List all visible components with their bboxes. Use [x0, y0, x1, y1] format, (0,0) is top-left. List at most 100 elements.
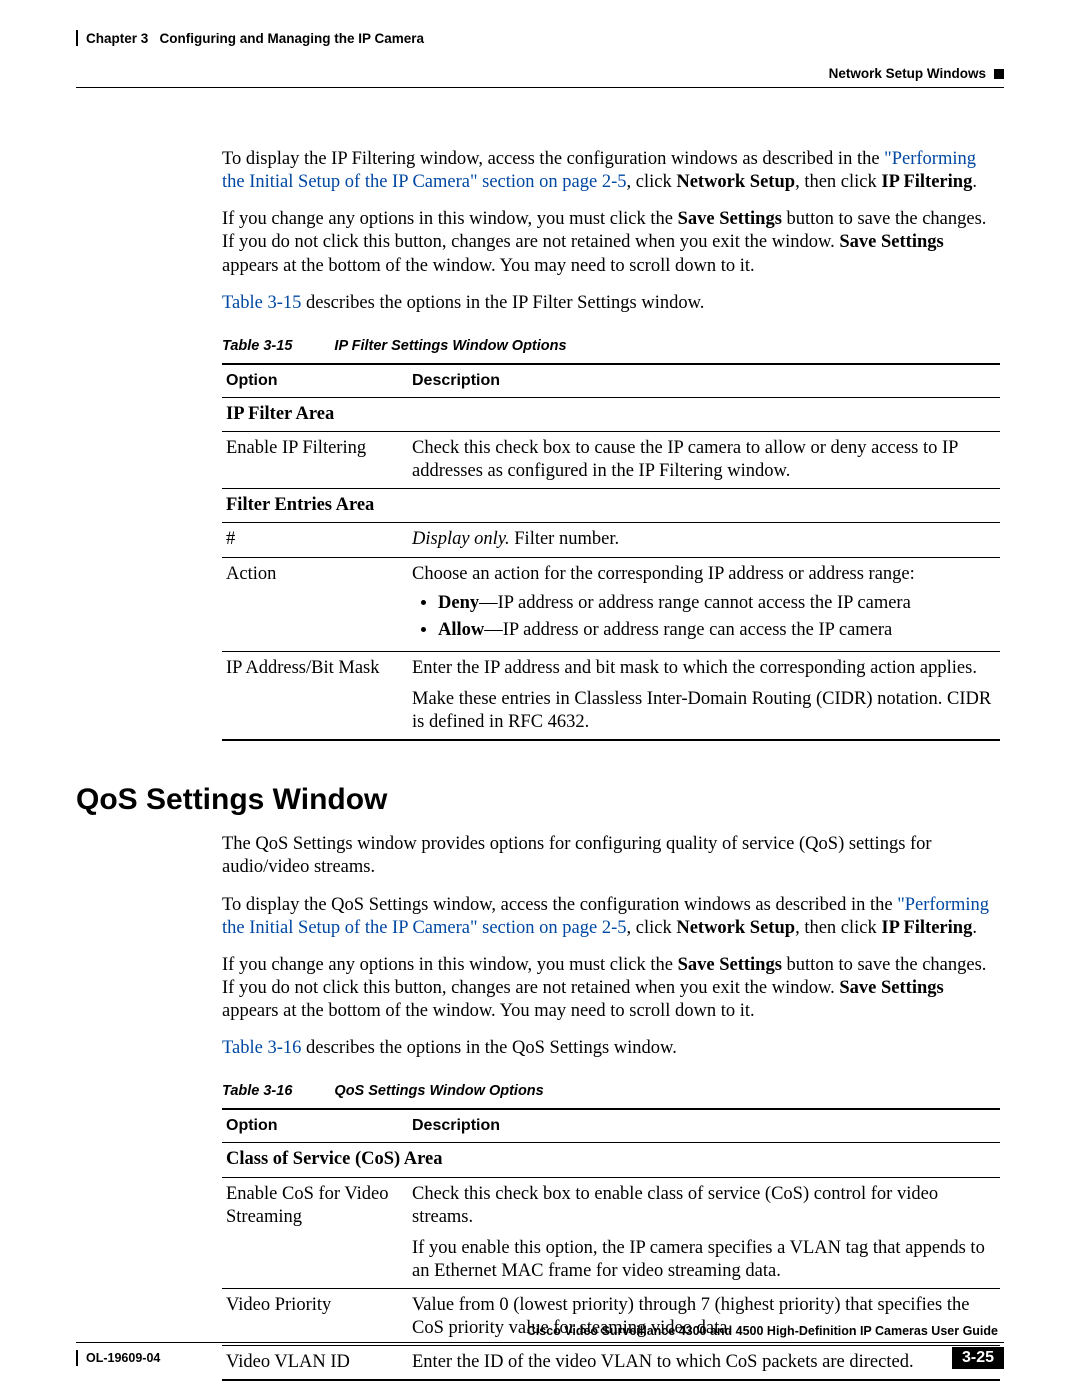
header-right: Network Setup Windows	[829, 66, 1004, 81]
bold-text: IP Filtering	[881, 918, 972, 938]
list-item: Deny—IP address or address range cannot …	[438, 592, 994, 615]
header-rule-mark: Chapter 3 Configuring and Managing the I…	[76, 30, 424, 46]
table-row: # Display only. Filter number.	[222, 523, 1000, 557]
footer-row: OL-19609-04 3-25	[76, 1347, 1004, 1369]
description-cell: Enter the IP address and bit mask to whi…	[408, 651, 1000, 740]
caption-number: Table 3-15	[222, 338, 292, 354]
footer-rule	[76, 1342, 1004, 1343]
table-3-15: Option Description IP Filter Area Enable…	[222, 363, 1000, 741]
caption-title: IP Filter Settings Window Options	[334, 338, 566, 354]
option-cell: Enable IP Filtering	[222, 432, 408, 489]
text: , click	[627, 918, 677, 938]
col-header-description: Description	[408, 364, 1000, 398]
text: describes the options in the QoS Setting…	[301, 1038, 676, 1058]
bold-text: Allow	[438, 620, 484, 640]
qos-paragraph-2: To display the QoS Settings window, acce…	[222, 894, 1000, 940]
body: The QoS Settings window provides options…	[222, 833, 1000, 1381]
qos-paragraph-1: The QoS Settings window provides options…	[222, 833, 1000, 879]
section-heading-cell: Filter Entries Area	[222, 489, 1000, 523]
text: If you change any options in this window…	[222, 955, 678, 975]
doc-title: Cisco Video Surveillance 4300 and 4500 H…	[76, 1324, 1004, 1338]
table-row: Enable IP Filtering Check this check box…	[222, 432, 1000, 489]
table-header-row: Option Description	[222, 1109, 1000, 1143]
col-header-option: Option	[222, 1109, 408, 1143]
section-heading-cell: Class of Service (CoS) Area	[222, 1143, 1000, 1177]
description-cell: Check this check box to cause the IP cam…	[408, 432, 1000, 489]
text: appears at the bottom of the window. You…	[222, 256, 755, 276]
text: .	[972, 172, 977, 192]
table-xref-link[interactable]: Table 3-16	[222, 1038, 301, 1058]
table-section-row: IP Filter Area	[222, 397, 1000, 431]
table-row: Action Choose an action for the correspo…	[222, 557, 1000, 651]
intro-paragraph-2: If you change any options in this window…	[222, 208, 1000, 277]
header-rule	[76, 87, 1004, 88]
text: To display the QoS Settings window, acce…	[222, 895, 897, 915]
section-heading-cell: IP Filter Area	[222, 397, 1000, 431]
running-header: Chapter 3 Configuring and Managing the I…	[76, 30, 1004, 46]
bold-text: IP Filtering	[881, 172, 972, 192]
text: .	[972, 918, 977, 938]
description-cell: Check this check box to enable class of …	[408, 1177, 1000, 1289]
table-caption-15: Table 3-15 IP Filter Settings Window Opt…	[222, 337, 1000, 355]
heading-qos-settings: QoS Settings Window	[76, 783, 1004, 817]
option-cell: Enable CoS for Video Streaming	[222, 1177, 408, 1289]
table-header-row: Option Description	[222, 364, 1000, 398]
body: To display the IP Filtering window, acce…	[222, 148, 1000, 741]
text: —IP address or address range can access …	[484, 620, 892, 640]
italic-text: Display only.	[412, 529, 510, 549]
footer-rule-mark	[76, 1350, 78, 1366]
list-item: Allow—IP address or address range can ac…	[438, 619, 994, 642]
table-row: IP Address/Bit Mask Enter the IP address…	[222, 651, 1000, 740]
text: If you change any options in this window…	[222, 209, 678, 229]
col-header-option: Option	[222, 364, 408, 398]
bold-text: Network Setup	[676, 172, 795, 192]
option-cell: Action	[222, 557, 408, 651]
text: Filter number.	[510, 529, 619, 549]
qos-paragraph-4: Table 3-16 describes the options in the …	[222, 1037, 1000, 1060]
option-cell: IP Address/Bit Mask	[222, 651, 408, 740]
header-left: Chapter 3 Configuring and Managing the I…	[76, 30, 424, 46]
text: describes the options in the IP Filter S…	[301, 293, 704, 313]
caption-number: Table 3-16	[222, 1083, 292, 1099]
text: Check this check box to enable class of …	[412, 1183, 994, 1229]
bold-text: Save Settings	[678, 209, 782, 229]
text: Enter the IP address and bit mask to whi…	[412, 657, 994, 680]
qos-paragraph-3: If you change any options in this window…	[222, 954, 1000, 1023]
running-header-right: Network Setup Windows	[76, 48, 1004, 81]
intro-paragraph-3: Table 3-15 describes the options in the …	[222, 292, 1000, 315]
text: , then click	[795, 918, 881, 938]
table-section-row: Class of Service (CoS) Area	[222, 1143, 1000, 1177]
caption-title: QoS Settings Window Options	[334, 1083, 543, 1099]
bullet-list: Deny—IP address or address range cannot …	[412, 592, 994, 642]
text: To display the IP Filtering window, acce…	[222, 149, 884, 169]
bold-text: Save Settings	[839, 978, 943, 998]
text: , click	[627, 172, 677, 192]
bold-text: Network Setup	[676, 918, 795, 938]
text: Choose an action for the corresponding I…	[412, 564, 915, 584]
table-section-row: Filter Entries Area	[222, 489, 1000, 523]
page-footer: Cisco Video Surveillance 4300 and 4500 H…	[76, 1324, 1004, 1369]
header-square-icon	[994, 69, 1004, 79]
chapter-title: Configuring and Managing the IP Camera	[160, 31, 425, 46]
section-title: Network Setup Windows	[829, 66, 986, 81]
description-cell: Choose an action for the corresponding I…	[408, 557, 1000, 651]
text: If you enable this option, the IP camera…	[412, 1237, 994, 1283]
text: —IP address or address range cannot acce…	[479, 593, 911, 613]
table-row: Enable CoS for Video Streaming Check thi…	[222, 1177, 1000, 1289]
bold-text: Save Settings	[839, 232, 943, 252]
bold-text: Deny	[438, 593, 479, 613]
footer-left: OL-19609-04	[76, 1350, 160, 1366]
intro-paragraph-1: To display the IP Filtering window, acce…	[222, 148, 1000, 194]
text: appears at the bottom of the window. You…	[222, 1001, 755, 1021]
bold-text: Save Settings	[678, 955, 782, 975]
col-header-description: Description	[408, 1109, 1000, 1143]
table-xref-link[interactable]: Table 3-15	[222, 293, 301, 313]
doc-number: OL-19609-04	[86, 1351, 160, 1365]
chapter-label: Chapter 3	[86, 31, 148, 46]
text: Make these entries in Classless Inter-Do…	[412, 688, 994, 734]
page: Chapter 3 Configuring and Managing the I…	[0, 0, 1080, 1397]
page-number-badge: 3-25	[952, 1347, 1004, 1369]
option-cell: #	[222, 523, 408, 557]
description-cell: Display only. Filter number.	[408, 523, 1000, 557]
table-caption-16: Table 3-16 QoS Settings Window Options	[222, 1082, 1000, 1100]
